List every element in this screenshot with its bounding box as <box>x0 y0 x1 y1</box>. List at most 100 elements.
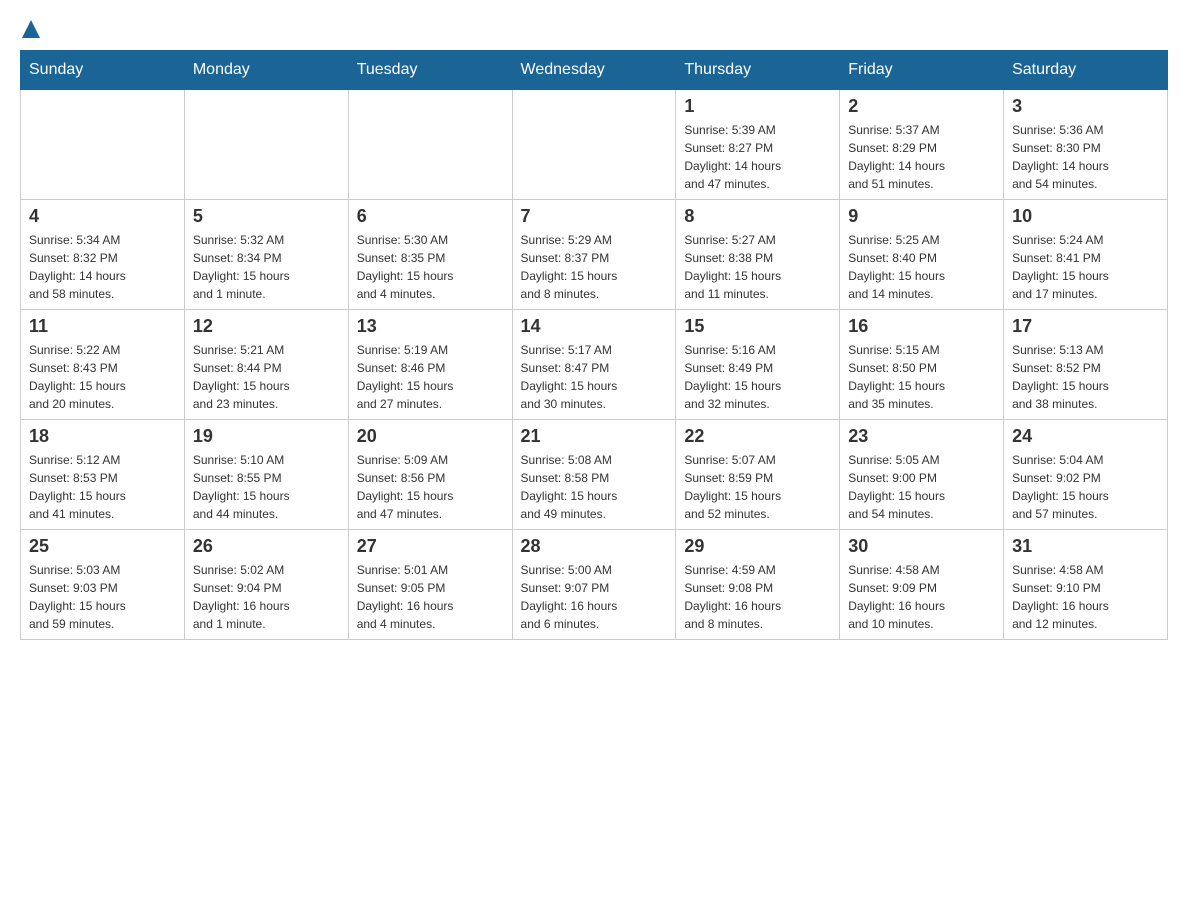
calendar-cell: 27Sunrise: 5:01 AM Sunset: 9:05 PM Dayli… <box>348 530 512 640</box>
day-number: 9 <box>848 206 995 227</box>
day-number: 19 <box>193 426 340 447</box>
calendar-cell: 23 Sunrise: 5:05 AM Sunset: 9:00 PM Dayli… <box>840 420 1004 530</box>
calendar-cell <box>348 90 512 200</box>
calendar-cell: 25Sunrise: 5:03 AM Sunset: 9:03 PM Dayli… <box>21 530 185 640</box>
day-number: 11 <box>29 316 176 337</box>
column-header-saturday: Saturday <box>1004 51 1168 90</box>
day-info: Sunrise: 5:32 AM Sunset: 8:34 PM Dayligh… <box>193 231 340 303</box>
calendar-cell: 16 Sunrise: 5:15 AM Sunset: 8:50 PM Dayli… <box>840 310 1004 420</box>
day-info: Sunrise: 5:12 AM Sunset: 8:53 PM Dayligh… <box>29 451 176 523</box>
calendar-cell: 6Sunrise: 5:30 AM Sunset: 8:35 PM Daylig… <box>348 200 512 310</box>
day-number: 2 <box>848 96 995 117</box>
column-header-wednesday: Wednesday <box>512 51 676 90</box>
day-info: Sunrise: 5:25 AM Sunset: 8:40 PM Dayligh… <box>848 231 995 303</box>
day-number: 21 <box>521 426 668 447</box>
calendar-cell <box>184 90 348 200</box>
calendar-cell: 31Sunrise: 4:58 AM Sunset: 9:10 PM Dayli… <box>1004 530 1168 640</box>
column-header-thursday: Thursday <box>676 51 840 90</box>
calendar-week-row: 25Sunrise: 5:03 AM Sunset: 9:03 PM Dayli… <box>21 530 1168 640</box>
calendar-header-row: SundayMondayTuesdayWednesdayThursdayFrid… <box>21 51 1168 90</box>
calendar-cell: 30 Sunrise: 4:58 AM Sunset: 9:09 PM Dayli… <box>840 530 1004 640</box>
day-number: 24 <box>1012 426 1159 447</box>
day-number: 3 <box>1012 96 1159 117</box>
day-number: 29 <box>684 536 831 557</box>
day-info: Sunrise: 5:19 AM Sunset: 8:46 PM Dayligh… <box>357 341 504 413</box>
day-number: 7 <box>521 206 668 227</box>
calendar-cell: 4 Sunrise: 5:34 AM Sunset: 8:32 PM Daylig… <box>21 200 185 310</box>
calendar-cell: 14 Sunrise: 5:17 AM Sunset: 8:47 PM Dayli… <box>512 310 676 420</box>
logo <box>20 20 40 40</box>
day-number: 27 <box>357 536 504 557</box>
calendar-cell: 2 Sunrise: 5:37 AM Sunset: 8:29 PM Daylig… <box>840 90 1004 200</box>
day-info: Sunrise: 5:21 AM Sunset: 8:44 PM Dayligh… <box>193 341 340 413</box>
day-info: Sunrise: 4:58 AM Sunset: 9:09 PM Dayligh… <box>848 561 995 633</box>
day-number: 13 <box>357 316 504 337</box>
day-number: 16 <box>848 316 995 337</box>
day-info: Sunrise: 5:34 AM Sunset: 8:32 PM Dayligh… <box>29 231 176 303</box>
day-info: Sunrise: 4:59 AM Sunset: 9:08 PM Dayligh… <box>684 561 831 633</box>
day-number: 5 <box>193 206 340 227</box>
day-info: Sunrise: 5:22 AM Sunset: 8:43 PM Dayligh… <box>29 341 176 413</box>
calendar-cell: 17 Sunrise: 5:13 AM Sunset: 8:52 PM Dayli… <box>1004 310 1168 420</box>
day-number: 17 <box>1012 316 1159 337</box>
column-header-tuesday: Tuesday <box>348 51 512 90</box>
calendar-cell <box>512 90 676 200</box>
day-info: Sunrise: 5:39 AM Sunset: 8:27 PM Dayligh… <box>684 121 831 193</box>
day-number: 14 <box>521 316 668 337</box>
day-number: 6 <box>357 206 504 227</box>
calendar-cell <box>21 90 185 200</box>
day-info: Sunrise: 5:17 AM Sunset: 8:47 PM Dayligh… <box>521 341 668 413</box>
day-number: 12 <box>193 316 340 337</box>
page-header <box>20 20 1168 40</box>
day-number: 20 <box>357 426 504 447</box>
column-header-friday: Friday <box>840 51 1004 90</box>
day-number: 1 <box>684 96 831 117</box>
day-info: Sunrise: 4:58 AM Sunset: 9:10 PM Dayligh… <box>1012 561 1159 633</box>
day-info: Sunrise: 5:08 AM Sunset: 8:58 PM Dayligh… <box>521 451 668 523</box>
calendar-week-row: 11 Sunrise: 5:22 AM Sunset: 8:43 PM Dayli… <box>21 310 1168 420</box>
calendar-cell: 19 Sunrise: 5:10 AM Sunset: 8:55 PM Dayli… <box>184 420 348 530</box>
day-info: Sunrise: 5:29 AM Sunset: 8:37 PM Dayligh… <box>521 231 668 303</box>
day-number: 4 <box>29 206 176 227</box>
day-number: 18 <box>29 426 176 447</box>
calendar-cell: 7 Sunrise: 5:29 AM Sunset: 8:37 PM Daylig… <box>512 200 676 310</box>
day-number: 23 <box>848 426 995 447</box>
calendar-cell: 12 Sunrise: 5:21 AM Sunset: 8:44 PM Dayli… <box>184 310 348 420</box>
calendar-cell: 26 Sunrise: 5:02 AM Sunset: 9:04 PM Dayli… <box>184 530 348 640</box>
calendar-cell: 29 Sunrise: 4:59 AM Sunset: 9:08 PM Dayli… <box>676 530 840 640</box>
calendar-cell: 22 Sunrise: 5:07 AM Sunset: 8:59 PM Dayli… <box>676 420 840 530</box>
calendar-cell: 21 Sunrise: 5:08 AM Sunset: 8:58 PM Dayli… <box>512 420 676 530</box>
day-number: 8 <box>684 206 831 227</box>
day-info: Sunrise: 5:00 AM Sunset: 9:07 PM Dayligh… <box>521 561 668 633</box>
calendar-cell: 11 Sunrise: 5:22 AM Sunset: 8:43 PM Dayli… <box>21 310 185 420</box>
day-number: 10 <box>1012 206 1159 227</box>
day-info: Sunrise: 5:02 AM Sunset: 9:04 PM Dayligh… <box>193 561 340 633</box>
calendar-cell: 13 Sunrise: 5:19 AM Sunset: 8:46 PM Dayli… <box>348 310 512 420</box>
calendar-cell: 3 Sunrise: 5:36 AM Sunset: 8:30 PM Daylig… <box>1004 90 1168 200</box>
day-info: Sunrise: 5:05 AM Sunset: 9:00 PM Dayligh… <box>848 451 995 523</box>
column-header-sunday: Sunday <box>21 51 185 90</box>
day-number: 26 <box>193 536 340 557</box>
day-number: 28 <box>521 536 668 557</box>
day-info: Sunrise: 5:13 AM Sunset: 8:52 PM Dayligh… <box>1012 341 1159 413</box>
day-info: Sunrise: 5:03 AM Sunset: 9:03 PM Dayligh… <box>29 561 176 633</box>
calendar-week-row: 1 Sunrise: 5:39 AM Sunset: 8:27 PM Daylig… <box>21 90 1168 200</box>
day-info: Sunrise: 5:15 AM Sunset: 8:50 PM Dayligh… <box>848 341 995 413</box>
calendar-cell: 10 Sunrise: 5:24 AM Sunset: 8:41 PM Dayli… <box>1004 200 1168 310</box>
day-info: Sunrise: 5:09 AM Sunset: 8:56 PM Dayligh… <box>357 451 504 523</box>
day-info: Sunrise: 5:24 AM Sunset: 8:41 PM Dayligh… <box>1012 231 1159 303</box>
calendar-cell: 28 Sunrise: 5:00 AM Sunset: 9:07 PM Dayli… <box>512 530 676 640</box>
day-info: Sunrise: 5:16 AM Sunset: 8:49 PM Dayligh… <box>684 341 831 413</box>
day-number: 30 <box>848 536 995 557</box>
day-info: Sunrise: 5:27 AM Sunset: 8:38 PM Dayligh… <box>684 231 831 303</box>
day-number: 22 <box>684 426 831 447</box>
day-info: Sunrise: 5:10 AM Sunset: 8:55 PM Dayligh… <box>193 451 340 523</box>
day-info: Sunrise: 5:37 AM Sunset: 8:29 PM Dayligh… <box>848 121 995 193</box>
calendar-cell: 5 Sunrise: 5:32 AM Sunset: 8:34 PM Daylig… <box>184 200 348 310</box>
calendar-table: SundayMondayTuesdayWednesdayThursdayFrid… <box>20 50 1168 640</box>
calendar-cell: 20 Sunrise: 5:09 AM Sunset: 8:56 PM Dayli… <box>348 420 512 530</box>
calendar-cell: 1 Sunrise: 5:39 AM Sunset: 8:27 PM Daylig… <box>676 90 840 200</box>
day-info: Sunrise: 5:36 AM Sunset: 8:30 PM Dayligh… <box>1012 121 1159 193</box>
calendar-cell: 9 Sunrise: 5:25 AM Sunset: 8:40 PM Daylig… <box>840 200 1004 310</box>
day-info: Sunrise: 5:07 AM Sunset: 8:59 PM Dayligh… <box>684 451 831 523</box>
